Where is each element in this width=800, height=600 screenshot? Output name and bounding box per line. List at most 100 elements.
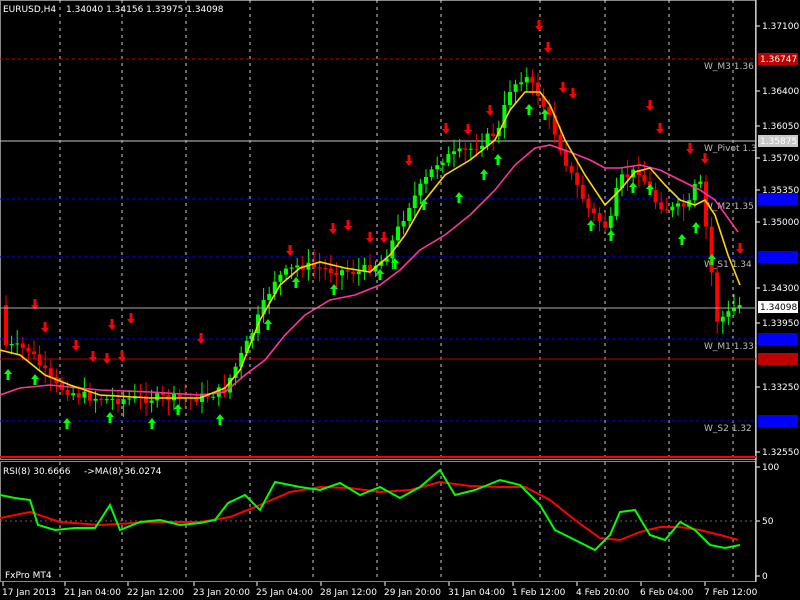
bull-candle — [737, 304, 742, 308]
bull-candle — [508, 91, 512, 105]
bear-candle — [26, 347, 31, 352]
time-tick-label: 1 Feb 12:00 — [512, 588, 566, 598]
time-tick-label: 23 Jan 20:00 — [193, 588, 250, 598]
trading-chart-window[interactable]: W_M3 1.361.36747W_Pivot 1.31.35875W_M2 1… — [0, 0, 800, 600]
bull-candle — [121, 399, 126, 405]
bull-candle — [429, 169, 434, 178]
price-tick-label: 1.33250 — [762, 383, 799, 393]
bull-candle — [93, 398, 98, 401]
bear-candle — [569, 165, 574, 173]
bull-candle — [524, 77, 529, 83]
bull-candle — [396, 226, 400, 241]
sell-arrow-icon — [656, 123, 664, 134]
current-price-label: 1.34098 — [760, 303, 797, 313]
broker-label: FxPro MT4 — [5, 571, 52, 581]
bull-candle — [726, 311, 731, 317]
buy-arrow-icon — [607, 230, 615, 241]
sell-arrow-icon — [559, 82, 567, 93]
bull-candle — [340, 270, 344, 276]
pivot-price-tag — [758, 251, 798, 263]
bear-candle — [681, 203, 686, 207]
bear-candle — [323, 268, 328, 270]
sell-arrow-icon — [108, 319, 116, 330]
ohlc-label: 1.34040 1.34156 1.33975 1.34098 — [66, 5, 224, 15]
bull-candle — [104, 399, 109, 401]
bear-candle — [345, 270, 350, 272]
bear-candle — [37, 354, 42, 366]
bear-candle — [536, 82, 540, 97]
bear-candle — [474, 148, 479, 150]
sell-arrow-icon — [329, 223, 337, 234]
bull-candle — [670, 206, 675, 211]
rsi-indicator — [0, 468, 756, 552]
bear-candle — [664, 209, 669, 211]
buy-arrow-icon — [106, 412, 114, 423]
bull-candle — [356, 271, 361, 275]
buy-arrow-icon — [216, 414, 224, 425]
rsi-tick-label: 100 — [762, 463, 779, 473]
buy-arrow-icon — [646, 184, 654, 195]
bear-candle — [575, 172, 580, 185]
buy-arrow-icon — [174, 404, 182, 415]
symbol-label: EURUSD,H4 — [3, 5, 56, 15]
bear-candle — [76, 393, 81, 398]
bear-candle — [43, 365, 48, 369]
time-axis: 17 Jan 2013 21 Jan 04:00 22 Jan 12:00 23 Ja… — [2, 582, 758, 598]
bull-candle — [412, 195, 417, 209]
sell-arrow-icon — [544, 42, 552, 53]
pivot-label: W_M1 1.33 — [704, 342, 754, 352]
bull-candle — [513, 84, 518, 92]
bear-candle — [564, 150, 568, 166]
time-tick-label: 7 Feb 12:00 — [704, 588, 758, 598]
price-tick-label: 1.37100 — [762, 22, 799, 32]
rsi-line — [0, 468, 741, 552]
time-tick-label: 21 Jan 04:00 — [64, 588, 121, 598]
buy-arrow-icon — [455, 192, 463, 203]
buy-arrow-icon — [678, 234, 686, 245]
bull-candle — [457, 148, 462, 152]
bull-candle — [149, 400, 154, 403]
sell-arrow-icon — [72, 340, 80, 351]
rsi-label: RSI(8) 30.6666 — [3, 467, 71, 477]
sell-arrow-icon — [405, 155, 413, 166]
bear-candle — [715, 272, 720, 322]
buy-arrow-icon — [264, 319, 272, 330]
bull-candle — [720, 316, 725, 322]
time-tick-label: 25 Jan 04:00 — [256, 588, 313, 598]
price-axis: 1.37100 1.36400 1.36050 1.35700 1.35350 1.350… — [756, 22, 799, 458]
bull-candle — [440, 162, 445, 166]
rsi-ma-label: ->MA(8) 36.0274 — [84, 467, 162, 477]
bull-candle — [82, 391, 87, 398]
sell-arrow-icon — [646, 100, 654, 111]
bear-candle — [317, 267, 322, 269]
bull-candle — [155, 393, 160, 401]
bull-candle — [446, 154, 451, 163]
price-tick-label: 1.33950 — [762, 319, 799, 329]
bear-candle — [328, 268, 333, 273]
bear-candle — [334, 272, 339, 276]
sell-arrow-icon — [535, 20, 543, 31]
rsi-tick-label: 0 — [762, 572, 768, 582]
bull-candle — [289, 267, 294, 269]
buy-arrow-icon — [494, 154, 502, 165]
rsi-axis: 100 50 0 — [756, 463, 779, 582]
price-tick-label: 1.35350 — [762, 186, 799, 196]
buy-arrow-icon — [692, 222, 700, 233]
bear-candle — [116, 398, 120, 405]
fast-moving-average-line — [0, 91, 741, 399]
bear-candle — [592, 208, 596, 214]
bull-candle — [424, 177, 428, 184]
bear-candle — [4, 305, 8, 346]
time-tick-label: 17 Jan 2013 — [2, 588, 56, 598]
bull-candle — [608, 216, 613, 228]
bear-candle — [463, 148, 468, 150]
pivot-price-tag — [758, 333, 798, 345]
buy-arrow-icon — [4, 369, 12, 380]
pivot-price-tag — [758, 415, 798, 427]
time-tick-label: 6 Feb 04:00 — [640, 588, 694, 598]
sell-arrow-icon — [380, 232, 388, 243]
rsi-tick-label: 50 — [762, 517, 774, 527]
bear-candle — [491, 133, 496, 137]
bear-candle — [32, 351, 36, 355]
bear-candle — [65, 389, 70, 396]
